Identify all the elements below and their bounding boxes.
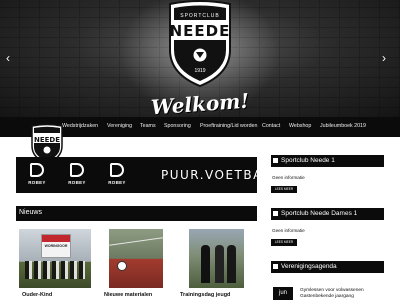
agenda-date-badge: jun xyxy=(273,287,293,300)
robey-mark-icon xyxy=(30,163,44,177)
club-crest: SPORTCLUB NEEDE 1919 xyxy=(160,0,240,88)
nav-item-vereniging[interactable]: Vereniging xyxy=(107,123,132,129)
nav-item-webshop[interactable]: Webshop xyxy=(289,123,311,129)
crest-club-name: NEEDE xyxy=(169,22,231,40)
field-line xyxy=(109,237,163,246)
news-caption[interactable]: Ouder-Kind xyxy=(22,292,52,298)
crest-year: 1919 xyxy=(194,68,206,74)
widget-text: Geen informatie xyxy=(272,228,305,233)
player-figure xyxy=(215,245,224,283)
read-more-button[interactable]: LEES MEER xyxy=(271,239,297,246)
billboard: WORINGOOR xyxy=(41,234,71,258)
agenda-event-line: Gastenbekende jaargang xyxy=(300,294,354,299)
widget-title: Verenigingsagenda xyxy=(281,263,337,270)
news-thumbnail[interactable] xyxy=(109,229,163,288)
robey-logo-text: ROBEY xyxy=(68,180,86,185)
square-bullet-icon xyxy=(273,211,278,216)
billboard-text: WORINGOOR xyxy=(44,244,68,248)
news-caption[interactable]: Nieuwe materialen xyxy=(104,292,152,298)
robey-mark-icon xyxy=(110,163,124,177)
robey-logo-text: ROBEY xyxy=(28,180,46,185)
nav-item-contact[interactable]: Contact xyxy=(262,123,280,129)
widget-header-neede-dames-1: Sportclub Neede Dames 1 xyxy=(271,208,384,220)
nav-item-jubileumboek[interactable]: Jubileumboek 2019 xyxy=(320,123,366,129)
crest-top-text: SPORTCLUB xyxy=(180,13,220,19)
logo-club-name: NEEDE xyxy=(33,136,60,144)
slider-prev-arrow-icon[interactable]: ‹ xyxy=(6,52,10,64)
widget-text: Geen informatie xyxy=(272,175,305,180)
square-bullet-icon xyxy=(273,264,278,269)
nav-item-proeftraining[interactable]: Proeftraining/Lid worden xyxy=(200,123,257,129)
news-thumbnail[interactable]: WORINGOOR xyxy=(19,229,91,288)
billboard-stripe xyxy=(42,235,70,242)
robey-logo-text: ROBEY xyxy=(108,180,126,185)
news-thumbnail[interactable] xyxy=(189,229,244,288)
news-caption[interactable]: Trainingsdag jeugd xyxy=(180,292,230,298)
news-header: Nieuws xyxy=(16,206,257,221)
square-bullet-icon xyxy=(273,158,278,163)
robey-mark-icon xyxy=(70,163,84,177)
nav-item-wedstrijdzaken[interactable]: Wedstrijdzaken xyxy=(62,123,98,129)
hero-slider: SPORTCLUB NEEDE 1919 Welkom! ‹ › xyxy=(0,0,400,117)
agenda-event[interactable]: Gymlessen voor volwassenen Gastenbekende… xyxy=(300,288,364,300)
news-title: Nieuws xyxy=(19,209,42,216)
robey-logo: ROBEY xyxy=(28,163,46,187)
nav-item-teams[interactable]: Teams xyxy=(140,123,156,129)
sponsor-banner[interactable]: ROBEY ROBEY ROBEY PUUR.VOETBAL. xyxy=(16,157,275,193)
robey-logo: ROBEY xyxy=(68,163,86,187)
slider-next-arrow-icon[interactable]: › xyxy=(382,52,386,64)
read-more-button[interactable]: LEES MEER xyxy=(271,186,297,193)
banner-slogan: PUUR.VOETBAL. xyxy=(161,168,277,182)
widget-header-agenda: Verenigingsagenda xyxy=(271,261,384,273)
player-figure xyxy=(227,245,236,283)
widget-title: Sportclub Neede Dames 1 xyxy=(281,210,358,217)
player-figure xyxy=(201,245,210,283)
group-photo xyxy=(25,261,85,279)
widget-header-neede-1: Sportclub Neede 1 xyxy=(271,155,384,167)
widget-title: Sportclub Neede 1 xyxy=(281,157,335,164)
football-icon xyxy=(117,261,127,271)
robey-logo: ROBEY xyxy=(108,163,126,187)
nav-item-sponsoring[interactable]: Sponsoring xyxy=(164,123,191,129)
